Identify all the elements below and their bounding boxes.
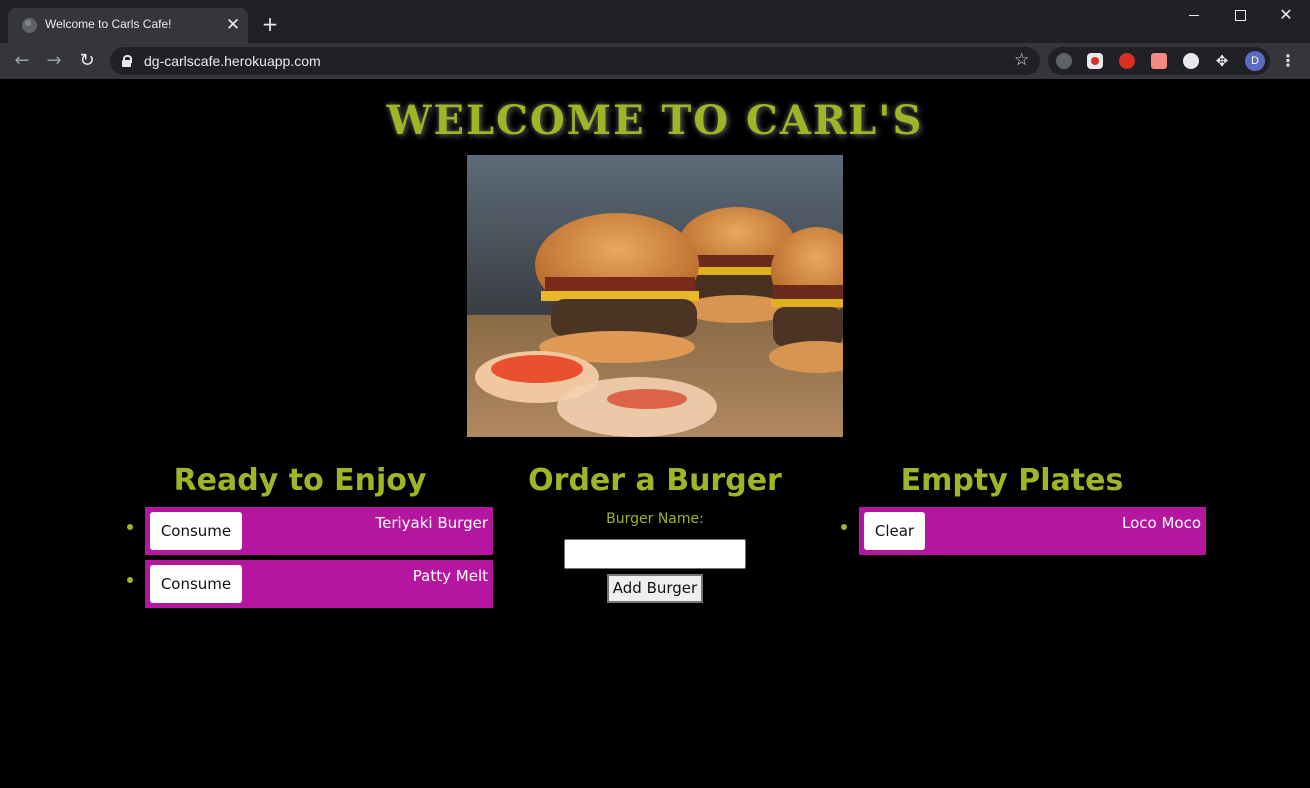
burger-name: Loco Moco <box>1121 514 1201 532</box>
forward-arrow-icon[interactable]: → <box>42 49 66 73</box>
order-burger-heading: Order a Burger <box>528 463 782 498</box>
address-bar[interactable]: dg-carlscafe.herokuapp.com ☆ <box>110 47 1040 75</box>
extension-icon[interactable] <box>1087 53 1103 69</box>
consume-button[interactable]: Consume <box>150 512 242 550</box>
list-bullet <box>127 577 133 583</box>
kebab-menu-icon[interactable]: ⋮ <box>1278 49 1298 73</box>
url-text[interactable]: dg-carlscafe.herokuapp.com <box>144 53 321 69</box>
minimize-icon[interactable] <box>1174 4 1214 26</box>
window-close-icon[interactable]: ✕ <box>1266 4 1306 26</box>
plus-icon[interactable]: + <box>260 14 280 34</box>
avatar[interactable]: D <box>1245 51 1265 71</box>
star-icon[interactable]: ☆ <box>1014 50 1029 70</box>
adblock-icon[interactable] <box>1119 53 1135 69</box>
page-title: WELCOME TO CARL'S CAFE <box>386 97 924 204</box>
page-body: WELCOME TO CARL'S CAFE <box>0 79 1310 788</box>
extensions-area: ✥ <box>1048 47 1270 75</box>
list-bullet <box>127 524 133 530</box>
burger-row: Clear Loco Moco <box>859 507 1206 555</box>
browser-tab[interactable]: Welcome to Carls Cafe! ✕ <box>8 8 248 43</box>
consume-button[interactable]: Consume <box>150 565 242 603</box>
burger-row: Consume Teriyaki Burger <box>145 507 493 555</box>
add-burger-button[interactable]: Add Burger <box>607 574 703 603</box>
extension-icon[interactable] <box>1151 53 1167 69</box>
lock-icon[interactable] <box>122 55 132 67</box>
list-bullet <box>841 524 847 530</box>
burger-row: Consume Patty Melt <box>145 560 493 608</box>
puzzle-icon[interactable]: ✥ <box>1214 53 1230 69</box>
maximize-icon[interactable] <box>1220 4 1260 26</box>
empty-plates-heading: Empty Plates <box>900 463 1124 498</box>
extension-icon[interactable] <box>1056 53 1072 69</box>
clear-button[interactable]: Clear <box>864 512 925 550</box>
burger-name-label: Burger Name: <box>606 511 704 527</box>
burger-name: Teriyaki Burger <box>375 514 489 532</box>
burger-photo <box>467 155 843 437</box>
back-arrow-icon[interactable]: ← <box>10 49 34 73</box>
browser-tabstrip: Welcome to Carls Cafe! ✕ + ✕ <box>0 0 1310 43</box>
tab-title: Welcome to Carls Cafe! <box>45 17 172 31</box>
burger-name-input[interactable] <box>564 539 746 569</box>
globe-icon <box>22 18 37 33</box>
hero-burger-image <box>467 155 843 437</box>
ready-to-enjoy-heading: Ready to Enjoy <box>173 463 427 498</box>
burger-name: Patty Melt <box>412 567 488 585</box>
extension-icon[interactable] <box>1183 53 1199 69</box>
close-icon[interactable]: ✕ <box>224 16 242 34</box>
browser-toolbar: ← → ↻ dg-carlscafe.herokuapp.com ☆ ✥ D ⋮ <box>0 43 1310 79</box>
reload-icon[interactable]: ↻ <box>75 49 99 73</box>
